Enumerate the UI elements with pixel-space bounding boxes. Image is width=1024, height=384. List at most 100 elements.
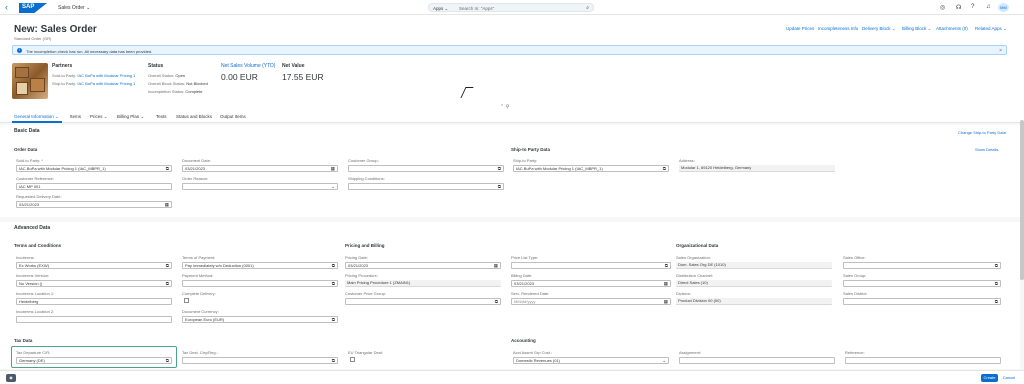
value-help-icon[interactable]: ⧉ — [332, 263, 335, 268]
user-avatar[interactable]: MM — [998, 3, 1009, 12]
sales-office-field[interactable]: ⧉ — [843, 262, 1001, 269]
billing-block-menu[interactable]: Billing Block ⌄ — [902, 26, 931, 32]
value-help-icon[interactable]: ⧉ — [332, 281, 335, 286]
tab-items[interactable]: Items — [70, 114, 81, 119]
close-icon[interactable]: × — [999, 48, 1002, 54]
search-scope-select[interactable]: Apps ⌄ — [433, 6, 448, 12]
advanced-data-title: Advanced Data — [14, 225, 51, 231]
tab-prices[interactable]: Prices ⌄ — [90, 114, 108, 120]
reference-field[interactable] — [845, 357, 1001, 364]
shell-search[interactable]: Apps ⌄ Search In: "Apps" ⌕ — [428, 3, 594, 12]
incoterms-loc2-field[interactable] — [16, 316, 172, 323]
tab-output-items[interactable]: Output Items — [220, 114, 246, 119]
info-icon: i — [17, 48, 22, 53]
show-details-link[interactable]: Show Details — [975, 147, 998, 152]
page-subtitle: Standard Order (OR) — [14, 36, 52, 41]
value-help-icon[interactable]: ⧉ — [166, 263, 169, 268]
tax-dest-field[interactable]: ⧉ — [182, 357, 338, 364]
back-arrow-icon[interactable]: ‹ — [5, 3, 8, 12]
order-reason-select[interactable]: ⌄ — [182, 183, 338, 190]
net-sales-volume-link[interactable]: Net Sales Volume (YTD) — [221, 63, 275, 69]
create-button[interactable]: Create — [981, 374, 998, 382]
shipto-field[interactable]: IAC BuPa with Modular Pricing 1 (IAC_MBP… — [513, 165, 669, 172]
reqdate-field[interactable]: 03/21/2023 ▦ — [16, 201, 172, 208]
delivery-block-menu[interactable]: Delivery Block ⌄ — [862, 26, 896, 32]
sales-district-field[interactable]: ⧉ — [843, 298, 1001, 305]
customer-group-field[interactable]: ⧉ — [348, 165, 504, 172]
search-input[interactable]: Search In: "Apps" — [459, 6, 494, 11]
eu-triangular-checkbox[interactable] — [350, 357, 355, 362]
value-help-icon[interactable]: ⧉ — [995, 299, 998, 304]
terms-title: Terms and Conditions — [14, 243, 62, 248]
custref-field[interactable]: IAC MP 001 — [16, 183, 172, 190]
value-help-icon[interactable]: ⧉ — [332, 358, 335, 363]
calendar-icon[interactable]: ▦ — [165, 202, 169, 207]
search-icon[interactable]: ⌕ — [586, 5, 589, 11]
tax-data-title: Tax Data — [14, 338, 33, 343]
calendar-icon[interactable]: ▦ — [664, 281, 668, 286]
help-circle-icon[interactable]: ? — [971, 4, 974, 10]
value-help-icon[interactable]: ⧉ — [665, 263, 668, 268]
docdate-field[interactable]: 03/21/2023 ▦ — [182, 165, 338, 172]
attachments-button[interactable]: Attachments (0) — [936, 26, 968, 31]
value-help-icon[interactable]: ⧉ — [995, 281, 998, 286]
acct-assmt-field[interactable]: Domestic Revenues (01) ⌄ — [513, 357, 669, 364]
value-help-icon[interactable]: ⧉ — [663, 166, 666, 171]
payment-method-field[interactable]: ⧉ — [182, 280, 338, 287]
shipping-conditions-label: Shipping Conditions: — [348, 176, 385, 181]
division-label: Division: — [676, 291, 692, 296]
pricing-procedure-value: Main Pricing Procedure 1 (ZMAIN1) — [347, 280, 411, 285]
tab-billing-plan[interactable]: Billing Plan ⌄ — [117, 114, 144, 120]
basic-data-title: Basic Data — [14, 128, 40, 134]
sales-group-field[interactable]: ⧉ — [843, 280, 1001, 287]
pricing-date-field[interactable]: 03/21/2023 ▦ — [345, 262, 501, 269]
change-shipto-link[interactable]: Change Ship-to Party Data — [958, 130, 1006, 135]
serv-date-field[interactable]: MM/dd/yyyy ▦ — [511, 298, 671, 305]
payment-terms-field[interactable]: Pay Immediately w/o Deduction (0001) ⧉ — [182, 262, 338, 269]
sap-logo[interactable]: SAP — [19, 3, 47, 13]
help-icon[interactable]: ☊ — [956, 4, 961, 11]
value-help-icon[interactable]: ⧉ — [495, 299, 498, 304]
update-prices-button[interactable]: Update Prices — [786, 26, 814, 31]
value-help-icon[interactable]: ⧉ — [995, 263, 998, 268]
cancel-button[interactable]: Cancel — [1000, 374, 1018, 382]
price-list-type-field[interactable]: ⧉ — [511, 262, 671, 269]
billing-date-field[interactable]: 03/21/2023 ▦ — [511, 280, 671, 287]
value-help-icon[interactable]: ⧉ — [166, 281, 169, 286]
shipping-conditions-field[interactable]: ⧉ — [348, 183, 504, 190]
calendar-icon[interactable]: ▦ — [664, 299, 668, 304]
incoterms-version-field[interactable]: No Version () ⧉ — [16, 280, 172, 287]
app-title-menu[interactable]: Sales Order ⌄ — [58, 5, 90, 11]
payment-terms-value: Pay Immediately w/o Deduction (0001) — [185, 263, 254, 268]
chevron-down-icon[interactable]: ⌄ — [662, 358, 666, 363]
chevron-down-icon[interactable]: ⌄ — [331, 184, 335, 189]
settings-icon[interactable]: ◎ — [940, 4, 945, 11]
page-scrollbar[interactable] — [1020, 120, 1024, 280]
tab-status-and-blocks[interactable]: Status and Blocks — [176, 114, 212, 119]
document-currency-field[interactable]: European Euro (EUR) ⧉ — [182, 316, 338, 323]
tab-general-information[interactable]: General Information ⌄ — [14, 114, 59, 120]
status-title: Status — [148, 63, 164, 69]
customer-price-group-field[interactable]: ⧉ — [345, 298, 501, 305]
division-field: Product Division 00 (00) — [676, 298, 832, 305]
message-popover-button[interactable]: ◉ — [6, 374, 16, 382]
shipto-link[interactable]: IAC BuPa with Modular Pricing 1 — [77, 81, 135, 86]
incompleteness-info-button[interactable]: Incompleteness Info — [818, 26, 858, 31]
incoterms-loc1-field[interactable]: Heidelberg — [16, 298, 172, 305]
value-help-icon[interactable]: ⧉ — [498, 184, 501, 189]
incoterms-field[interactable]: Ex Works (EXW) ⧉ — [16, 262, 172, 269]
value-help-icon[interactable]: ⧉ — [332, 317, 335, 322]
soldto-field[interactable]: IAC BuPa with Modular Pricing 1 (IAC_MBP… — [16, 165, 172, 172]
assignment-field[interactable] — [679, 357, 835, 364]
tab-texts[interactable]: Texts — [156, 114, 167, 119]
value-help-icon[interactable]: ⧉ — [166, 166, 169, 171]
value-help-icon[interactable]: ⧉ — [498, 166, 501, 171]
soldto-link[interactable]: IAC BuPa with Modular Pricing 1 — [77, 73, 135, 78]
calendar-icon[interactable]: ▦ — [494, 263, 498, 268]
calendar-icon[interactable]: ▦ — [331, 166, 335, 171]
related-apps-menu[interactable]: Related Apps ⌄ — [975, 26, 1007, 32]
page-title: New: Sales Order — [14, 24, 97, 35]
complete-delivery-checkbox[interactable] — [184, 298, 189, 303]
dist-channel-label: Distribution Channel: — [676, 273, 714, 278]
notifications-bell-icon[interactable]: ♫ — [986, 4, 991, 10]
